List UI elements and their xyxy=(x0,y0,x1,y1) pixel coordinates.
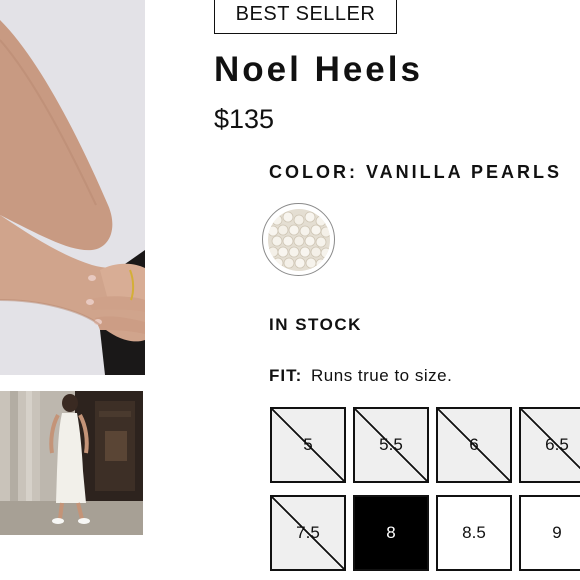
pearls-swatch-icon xyxy=(267,208,330,271)
size-option-5-5[interactable]: 5.5 xyxy=(353,407,429,483)
fit-info: FIT: Runs true to size. xyxy=(269,366,452,386)
size-label: 6.5 xyxy=(545,435,569,454)
product-thumbnail-image[interactable] xyxy=(0,391,143,535)
size-option-8-5[interactable]: 8.5 xyxy=(436,495,512,571)
size-option-6[interactable]: 6 xyxy=(436,407,512,483)
main-image-illustration xyxy=(0,0,145,375)
product-price: $135 xyxy=(214,104,275,134)
fit-text: Runs true to size. xyxy=(311,366,453,385)
size-option-6-5[interactable]: 6.5 xyxy=(519,407,580,483)
size-label: 5.5 xyxy=(379,435,403,454)
stock-status: IN STOCK xyxy=(269,315,362,334)
size-label: 6 xyxy=(469,435,479,454)
size-option-9[interactable]: 9 xyxy=(519,495,580,571)
best-seller-badge: BEST SELLER xyxy=(214,0,397,34)
product-title: Noel Heels xyxy=(214,50,423,89)
color-label: COLOR: xyxy=(269,162,358,182)
color-selection-label: COLOR: VANILLA PEARLS xyxy=(269,162,562,183)
size-label: 8.5 xyxy=(462,523,486,542)
product-main-image[interactable] xyxy=(0,0,145,375)
size-label: 5 xyxy=(303,435,313,454)
size-label: 8 xyxy=(386,523,396,542)
size-label: 9 xyxy=(552,523,562,542)
size-option-5[interactable]: 5 xyxy=(270,407,346,483)
best-seller-badge-label: BEST SELLER xyxy=(235,2,376,25)
color-value: VANILLA PEARLS xyxy=(366,162,563,182)
fit-label: FIT: xyxy=(269,366,303,385)
size-option-8[interactable]: 8 xyxy=(353,495,429,571)
thumbnail-illustration xyxy=(0,391,143,535)
color-swatch-vanilla-pearls[interactable] xyxy=(262,203,335,276)
size-label: 7.5 xyxy=(296,523,320,542)
size-option-7-5[interactable]: 7.5 xyxy=(270,495,346,571)
